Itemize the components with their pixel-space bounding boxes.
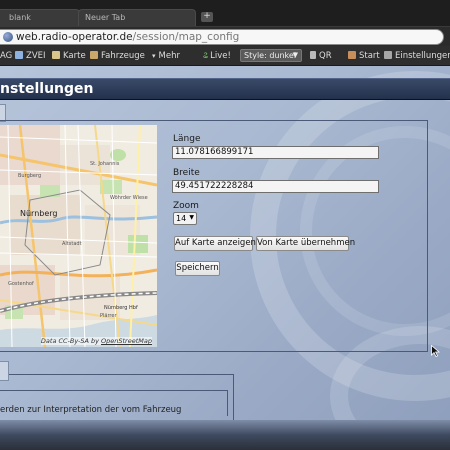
lower-description: erden zur Interpretation der vom Fahrzeu…	[0, 405, 182, 415]
zoom-label: Zoom	[173, 201, 199, 211]
laenge-input[interactable]: 11.078166899171	[172, 146, 379, 159]
bottom-shade	[0, 420, 450, 450]
lower-panel-tab[interactable]	[0, 361, 9, 381]
mouse-cursor-icon	[431, 345, 441, 357]
style-select[interactable]: Style: dunkel ▼	[240, 49, 302, 62]
bookmark-ag[interactable]: AG	[0, 50, 12, 62]
bookmark-start[interactable]: Start	[348, 50, 380, 62]
breite-label: Breite	[173, 168, 200, 178]
take-from-map-button[interactable]: Von Karte übernehmen	[256, 236, 355, 251]
vehicle-icon	[90, 51, 98, 59]
map-view[interactable]: Burgberg St. Johannis Wöhrder Wiese Gost…	[0, 125, 157, 347]
bookmark-qr[interactable]: QR	[310, 50, 332, 62]
zvei-icon	[15, 51, 23, 59]
browser-tab-blank[interactable]: blank	[0, 9, 80, 26]
address-bar: web.radio-operator.de/session/map_config	[0, 26, 450, 46]
browser-tab-new[interactable]: Neuer Tab	[78, 9, 196, 26]
globe-icon	[3, 32, 13, 42]
phone-icon	[310, 51, 316, 59]
map-label-city: Nürnberg	[20, 209, 58, 218]
bookmark-einstellungen[interactable]: Einstellungen	[384, 50, 450, 62]
osm-link[interactable]: OpenStreetMap	[101, 337, 152, 345]
svg-text:Wöhrder Wiese: Wöhrder Wiese	[110, 195, 148, 201]
chevron-down-icon: ▾	[152, 52, 156, 60]
page-title: nstellungen	[0, 81, 94, 97]
bookmark-fahrzeuge[interactable]: Fahrzeuge	[90, 50, 145, 62]
show-on-map-button[interactable]: Auf Karte anzeigen	[174, 236, 256, 251]
settings-icon	[384, 51, 392, 59]
bookmark-live[interactable]: ଌ Live!	[203, 50, 231, 62]
chevron-down-icon: ▼	[189, 214, 194, 221]
map-tiles: Burgberg St. Johannis Wöhrder Wiese Gost…	[0, 125, 157, 347]
laenge-label: Länge	[173, 134, 201, 144]
new-tab-button[interactable]: +	[201, 12, 213, 22]
breite-input[interactable]: 49.451722228284	[172, 180, 379, 193]
svg-text:St. Johannis: St. Johannis	[90, 161, 120, 167]
map-label-station: Nürnberg Hbf	[104, 305, 138, 311]
live-icon: ଌ	[203, 51, 209, 61]
map-attribution: Data CC-By-SA by OpenStreetMap	[40, 337, 152, 345]
svg-text:Burgberg: Burgberg	[18, 173, 41, 179]
browser-tab-strip: blank Neuer Tab +	[0, 0, 450, 26]
save-button[interactable]: Speichern	[175, 261, 220, 276]
bookmarks-bar: AG ZVEI Karte Fahrzeuge ▾ Mehr ଌ Live! QR …	[0, 46, 450, 66]
svg-text:Gostenhof: Gostenhof	[8, 281, 34, 287]
bookmark-mehr[interactable]: ▾ Mehr	[152, 50, 180, 62]
chevron-down-icon: ▼	[292, 51, 298, 59]
svg-text:Altstadt: Altstadt	[62, 241, 82, 247]
svg-text:Plärrer: Plärrer	[100, 313, 117, 319]
home-icon	[348, 51, 356, 59]
page-title-bar: nstellungen	[0, 78, 450, 100]
bookmark-karte[interactable]: Karte	[52, 50, 86, 62]
zoom-select[interactable]: 14 ▼	[173, 212, 197, 225]
url-text: web.radio-operator.de/session/map_config	[16, 31, 240, 43]
bookmark-zvei[interactable]: ZVEI	[15, 50, 46, 62]
url-field[interactable]: web.radio-operator.de/session/map_config	[0, 29, 444, 45]
map-icon	[52, 51, 60, 59]
